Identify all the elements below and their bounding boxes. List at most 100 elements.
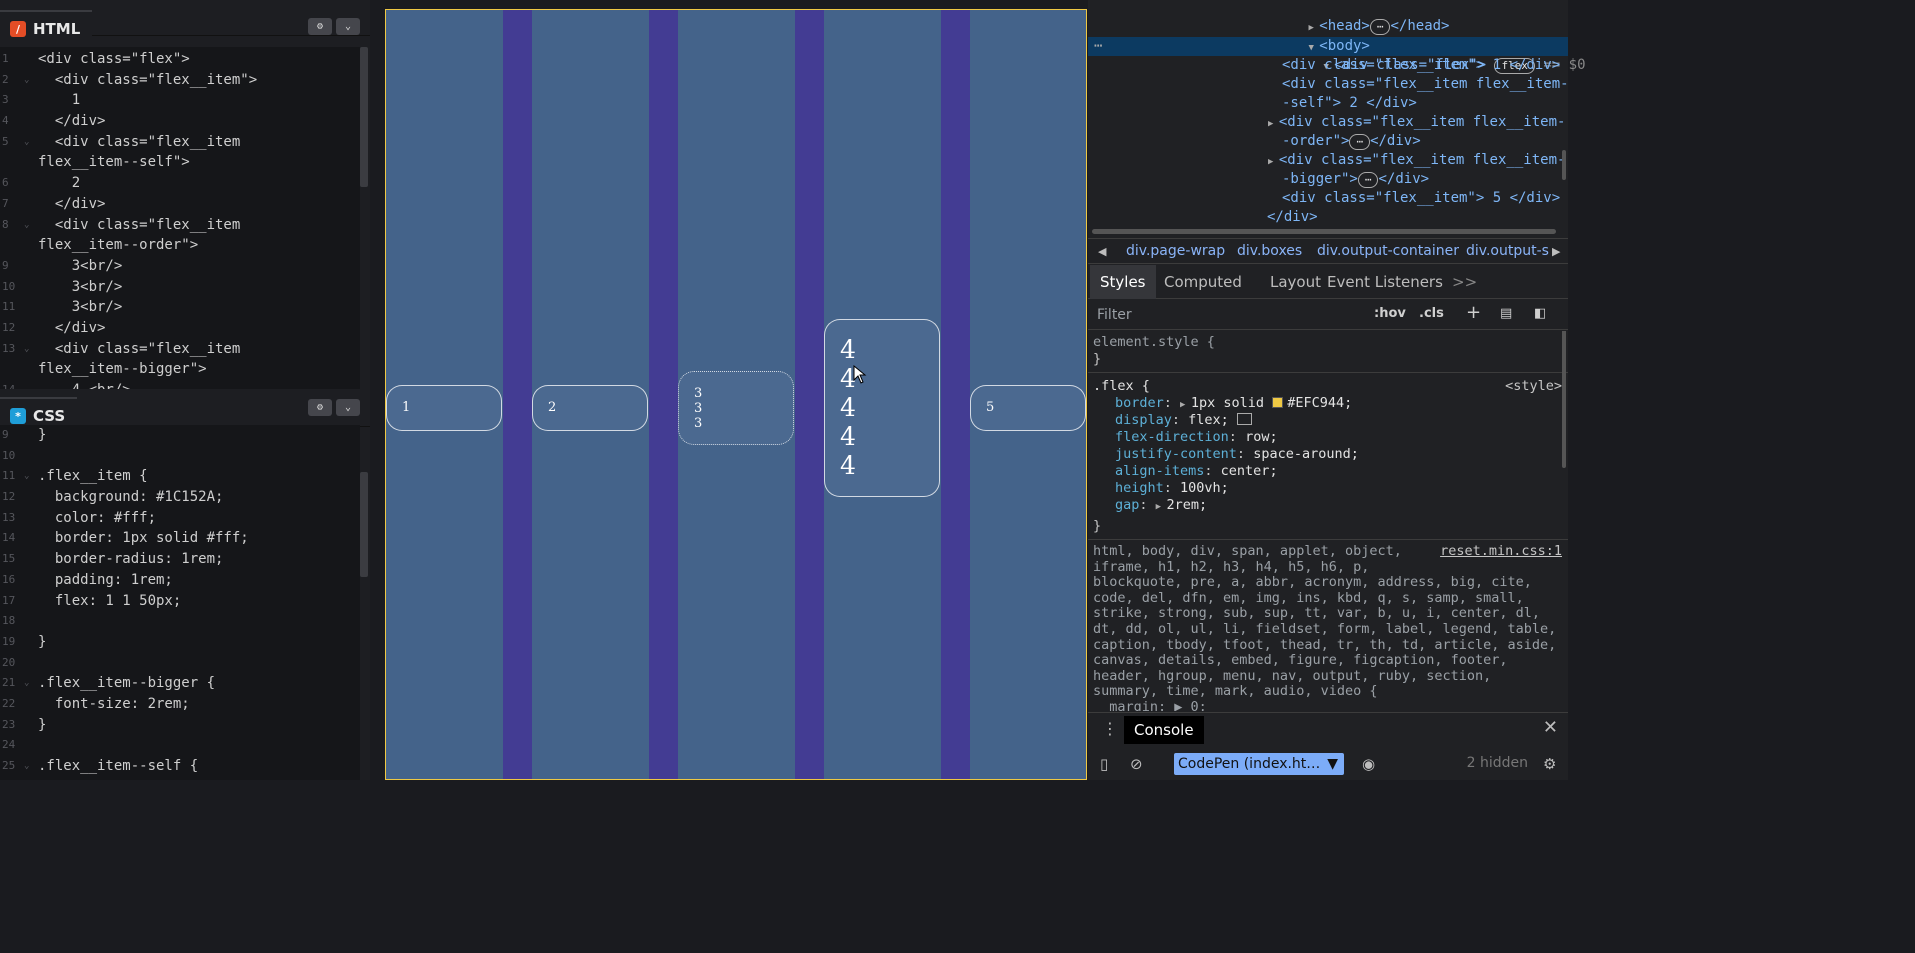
code-line[interactable]: 6 2 [0,173,360,194]
flex-item-2[interactable]: 2 [532,385,648,431]
color-swatch[interactable] [1272,397,1284,408]
code-line[interactable]: 11 ⌄ .flex__item { [0,466,360,487]
flex-item-5[interactable]: 5 [970,385,1086,431]
code-line[interactable]: 11 3<br/> [0,297,360,318]
tab-event-listeners[interactable]: Event Listeners [1317,265,1453,299]
html-editor-scrollbar[interactable] [360,47,368,187]
code-line[interactable]: 4 </div> [0,111,360,132]
new-rule-plus-icon[interactable]: + [1466,302,1481,323]
code-line[interactable]: 12 background: #1C152A; [0,487,360,508]
breadcrumb-item[interactable]: div.output-container [1317,243,1459,259]
fold-chevron-icon[interactable]: ⌄ [24,339,38,360]
close-icon[interactable]: ✕ [1543,717,1558,738]
code-line[interactable]: 8 ⌄ <div class="flex__item [0,215,360,236]
html-settings-gear-icon[interactable]: ⚙ [308,18,332,35]
code-line[interactable]: 9} [0,425,360,446]
code-line[interactable]: 23} [0,715,360,736]
gear-icon[interactable]: ⚙ [1543,755,1556,773]
code-line[interactable]: 10 [0,446,360,467]
dom-node-item-2[interactable]: <div class="flex__item flex__item- [1282,75,1569,94]
code-line[interactable]: 14 4 <br/> [0,380,360,389]
clear-console-icon[interactable]: ⊘ [1130,755,1143,773]
code-line[interactable]: 13 ⌄ <div class="flex__item [0,339,360,360]
css-settings-gear-icon[interactable]: ⚙ [308,399,332,416]
code-line[interactable]: 19} [0,632,360,653]
dom-node-item-3[interactable]: ▶ <div class="flex__item flex__item- [1268,113,1565,132]
css-declaration[interactable]: height: 100vh; [1115,480,1229,497]
breadcrumb-item[interactable]: div.output-s [1466,243,1549,259]
dom-node-item-1[interactable]: <div class="flex__item"> 1 </div> [1282,56,1560,75]
dom-horizontal-scrollbar[interactable] [1092,229,1556,234]
tab-console[interactable]: Console [1124,716,1204,744]
dom-scrollbar[interactable] [1562,150,1566,180]
code-line[interactable]: flex__item--self"> [0,152,360,173]
code-line[interactable]: 16 padding: 1rem; [0,570,360,591]
dom-node-head[interactable]: ▶ <head> ⋯ </head> [1241,0,1450,35]
css-declaration[interactable]: flex-direction: row; [1115,429,1278,446]
fold-chevron-icon[interactable]: ⌄ [24,215,38,236]
fold-chevron-icon[interactable]: ⌄ [24,70,38,91]
breadcrumb-right-arrow-icon[interactable]: ▶ [1552,245,1560,258]
tab-computed[interactable]: Computed [1154,265,1252,299]
css-collapse-chevron-icon[interactable]: ⌄ [336,399,360,416]
breadcrumb-item[interactable]: div.page-wrap [1126,243,1225,259]
code-line[interactable]: 20 [0,653,360,674]
tabs-more-chevron-icon[interactable]: >> [1442,265,1487,299]
fold-chevron-icon[interactable]: ⌄ [24,466,38,487]
fold-chevron-icon[interactable]: ⌄ [24,756,38,777]
flexbox-editor-icon[interactable] [1236,413,1252,425]
dom-node-flex-div[interactable]: ▼ <div class="flex"> flex == $0 [1256,37,1586,74]
dom-node-body[interactable]: ▼ <body> [1241,18,1369,54]
styles-scrollbar[interactable] [1562,331,1566,468]
breadcrumb-left-arrow-icon[interactable]: ◀ [1098,245,1106,258]
code-line[interactable]: 18 [0,611,360,632]
css-declaration[interactable]: border: ▶ 1px solid #EFC944; [1115,395,1352,412]
code-line[interactable]: 17 flex: 1 1 50px; [0,591,360,612]
html-collapse-chevron-icon[interactable]: ⌄ [336,18,360,35]
dom-node-item-4[interactable]: ▶ <div class="flex__item flex__item- [1268,151,1565,170]
flex-item-3[interactable]: 3 3 3 [678,371,794,445]
hov-toggle[interactable]: :hov [1374,306,1406,321]
css-code-editor[interactable]: 9} 10 11 ⌄ .flex__item {12 background: #1C15… [0,425,360,780]
reset-css-source-link[interactable]: reset.min.css:1 [1440,543,1562,560]
flex-rule-source[interactable]: <style> [1505,378,1562,395]
html-pane-tab[interactable]: / HTML [0,10,93,46]
code-line[interactable]: 9 3<br/> [0,256,360,277]
dom-row-more-dots-icon[interactable]: ⋯ [1094,37,1102,56]
css-declaration[interactable]: gap: ▶ 2rem; [1115,497,1207,514]
dom-node-div-close[interactable]: </div> [1267,208,1318,227]
fold-chevron-icon[interactable]: ⌄ [24,673,38,694]
eye-icon[interactable]: ◉ [1362,755,1375,773]
dom-node-item-5[interactable]: <div class="flex__item"> 5 </div> [1282,189,1560,208]
element-style-rule[interactable]: element.style { [1093,334,1215,351]
flex-item-4[interactable]: 4 4 4 4 4 [824,319,940,497]
code-line[interactable]: 21 ⌄ .flex__item--bigger { [0,673,360,694]
css-editor-scrollbar[interactable] [360,472,368,577]
code-line[interactable]: 25 ⌄ .flex__item--self { [0,756,360,777]
css-declaration[interactable]: align-items: center; [1115,463,1278,480]
css-declaration[interactable]: justify-content: space-around; [1115,446,1359,463]
toggle-sidebar-icon[interactable]: ◧ [1534,306,1546,321]
code-line[interactable]: 10 3<br/> [0,277,360,298]
html-code-editor[interactable]: 1 <div class="flex"> 2 ⌄ <div class="flex__… [0,47,360,389]
code-line[interactable]: 15 border-radius: 1rem; [0,549,360,570]
css-declaration[interactable]: display: flex; [1115,412,1252,429]
cls-toggle[interactable]: .cls [1419,306,1444,321]
tab-styles[interactable]: Styles [1090,265,1156,299]
flex-rule-selector[interactable]: .flex { [1093,378,1150,395]
breadcrumb-item[interactable]: div.boxes [1237,243,1302,259]
flex-item-1[interactable]: 1 [386,385,502,431]
code-line[interactable]: 13 color: #fff; [0,508,360,529]
code-line[interactable]: 14 border: 1px solid #fff; [0,528,360,549]
sidebar-toggle-icon[interactable]: ▯ [1100,755,1108,773]
drawer-menu-icon[interactable]: ⋮ [1102,719,1118,738]
code-line[interactable]: 24 [0,735,360,756]
code-line[interactable]: 7 </div> [0,194,360,215]
context-selector[interactable]: CodePen (index.ht… ▼ [1174,753,1344,775]
code-line[interactable]: flex__item--bigger"> [0,359,360,380]
styles-filter-input[interactable]: Filter [1097,307,1132,323]
fold-chevron-icon[interactable]: ⌄ [24,132,38,153]
code-line[interactable]: 1 <div class="flex"> [0,49,360,70]
paint-brush-icon[interactable]: ▤ [1500,306,1512,321]
code-line[interactable]: 3 1 [0,90,360,111]
